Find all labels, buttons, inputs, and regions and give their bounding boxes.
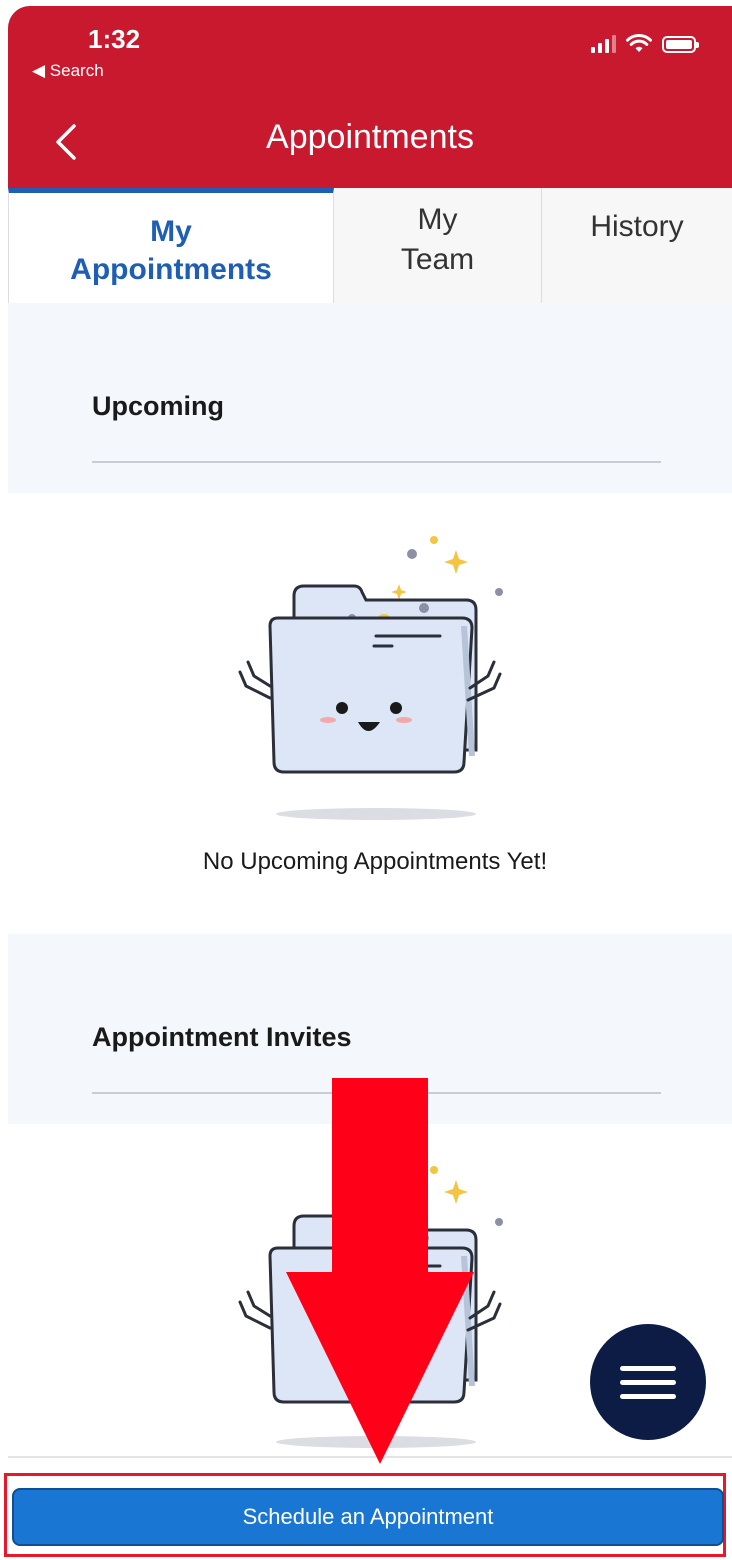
hamburger-menu-icon-bar xyxy=(620,1365,676,1371)
empty-folder-illustration xyxy=(238,1166,503,1448)
tab-label-line1: History xyxy=(590,210,684,243)
cellular-signal-icon xyxy=(591,35,616,53)
tab-bar: My Appointments My Team History xyxy=(8,188,732,306)
app-header: 1:32 ◀ Search Appointments xyxy=(8,6,732,190)
tab-history[interactable]: History xyxy=(542,188,732,305)
empty-state-message: No Upcoming Appointments Yet! xyxy=(202,848,548,875)
tab-my-appointments[interactable]: My Appointments xyxy=(8,188,334,305)
section-title-upcoming: Upcoming xyxy=(92,391,224,421)
tab-label-line1: My xyxy=(417,202,458,236)
page-title: Appointments xyxy=(266,118,474,156)
status-icons xyxy=(591,34,699,54)
invites-section-header: Appointment Invites xyxy=(8,934,732,1124)
section-divider xyxy=(92,1092,661,1094)
empty-folder-illustration xyxy=(238,536,503,820)
wifi-icon xyxy=(626,34,652,52)
upcoming-section-header: Upcoming xyxy=(8,303,732,493)
tab-label-line2: Appointments xyxy=(70,253,272,286)
tab-my-team[interactable]: My Team xyxy=(334,188,542,305)
menu-fab-button[interactable] xyxy=(590,1324,706,1440)
section-divider xyxy=(92,461,661,463)
app-screen: 1:32 ◀ Search Appointments My Appointmen… xyxy=(8,6,732,1560)
back-to-search-link[interactable]: ◀ Search xyxy=(32,61,104,81)
tab-label-line1: My xyxy=(150,215,192,248)
section-title-invites: Appointment Invites xyxy=(92,1022,352,1052)
status-time: 1:32 xyxy=(88,24,141,54)
bottom-divider xyxy=(8,1456,732,1458)
schedule-appointment-button[interactable]: Schedule an Appointment xyxy=(12,1488,724,1546)
battery-icon xyxy=(662,35,699,53)
tab-label-line2: Team xyxy=(400,242,475,276)
hamburger-menu-icon-bar xyxy=(620,1379,676,1385)
hamburger-menu-icon-bar xyxy=(620,1393,676,1399)
